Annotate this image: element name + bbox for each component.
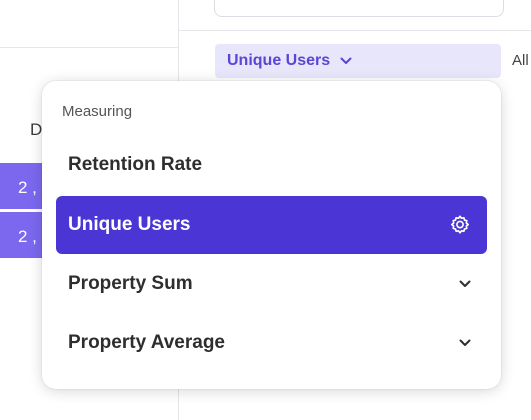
divider	[0, 47, 179, 48]
measure-selector-button[interactable]: Unique Users	[215, 44, 501, 78]
chevron-down-icon[interactable]	[459, 280, 471, 288]
menu-item-unique-users[interactable]: Unique Users	[56, 196, 487, 254]
column-header: D	[30, 120, 43, 139]
search-input[interactable]	[214, 0, 504, 17]
table-row[interactable]: 2 ,	[0, 163, 42, 209]
table-row[interactable]: 2 ,	[0, 212, 42, 258]
chevron-down-icon[interactable]	[459, 339, 471, 347]
menu-item-label: Property Average	[68, 332, 225, 353]
menu-item-label: Unique Users	[68, 214, 191, 235]
menu-item-retention-rate[interactable]: Retention Rate	[56, 136, 487, 194]
menu-item-label: Property Sum	[68, 273, 193, 294]
measuring-menu: Measuring Retention Rate Unique Users Pr…	[42, 81, 501, 389]
divider	[179, 30, 531, 31]
chevron-down-icon	[340, 54, 352, 68]
gear-icon[interactable]	[449, 214, 471, 236]
menu-heading: Measuring	[62, 103, 133, 120]
menu-item-property-sum[interactable]: Property Sum	[56, 255, 487, 313]
menu-item-label: Retention Rate	[68, 154, 203, 175]
all-label: All	[512, 52, 529, 69]
measure-selector-label: Unique Users	[227, 52, 331, 69]
menu-item-property-average[interactable]: Property Average	[56, 314, 487, 372]
